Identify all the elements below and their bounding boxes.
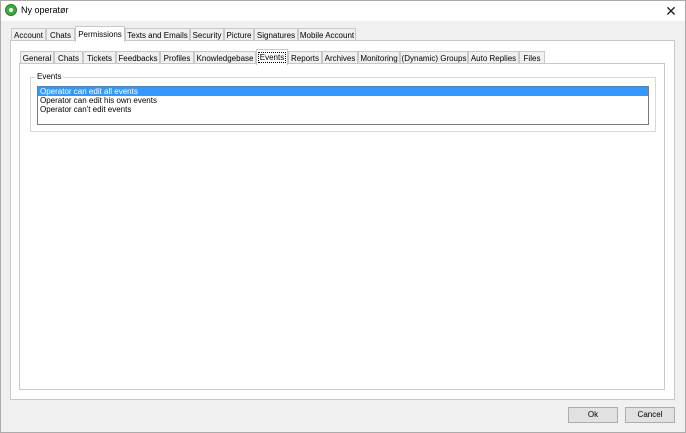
tab-permissions[interactable]: Permissions xyxy=(75,26,125,42)
close-button[interactable]: ✕ xyxy=(663,3,679,19)
list-item[interactable]: Operator can edit his own events xyxy=(38,96,648,105)
subtab-events[interactable]: Events xyxy=(256,49,288,65)
ok-button[interactable]: Ok xyxy=(568,407,618,423)
title-bar: Ny operatør ✕ xyxy=(1,1,685,21)
list-item[interactable]: Operator can edit all events xyxy=(38,87,648,96)
window-title: Ny operatør xyxy=(21,5,69,15)
events-permission-listbox[interactable]: Operator can edit all events Operator ca… xyxy=(37,86,649,125)
cancel-button[interactable]: Cancel xyxy=(625,407,675,423)
list-item[interactable]: Operator can't edit events xyxy=(38,105,648,114)
app-logo-icon xyxy=(5,4,17,16)
events-groupbox-label: Events xyxy=(35,72,64,82)
